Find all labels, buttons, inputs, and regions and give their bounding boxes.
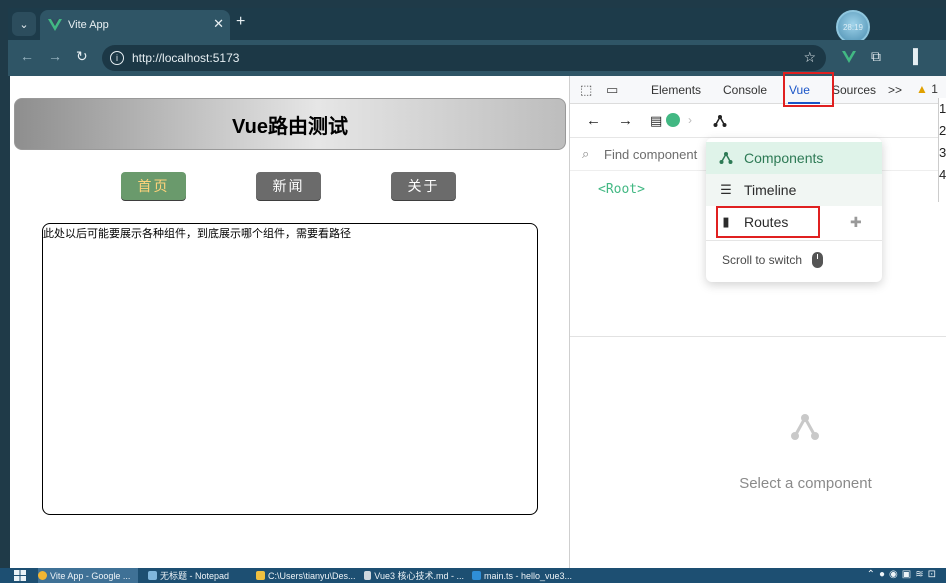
- timeline-icon: ☰: [720, 182, 732, 197]
- app-status-badge: [666, 113, 680, 127]
- document-icon: [364, 571, 372, 580]
- browser-toolbar: ← → ↻ i http://localhost:5173 ☆ ⧉ ▌: [8, 40, 946, 76]
- warning-count: 1: [931, 82, 938, 96]
- browser-tab[interactable]: Vite App ✕: [40, 10, 230, 40]
- address-bar[interactable]: i http://localhost:5173 ☆: [102, 45, 826, 71]
- back-arrow-icon[interactable]: ←: [20, 48, 34, 64]
- browser-tab-strip: ⌄ Vite App ✕ + 28:19: [8, 8, 946, 44]
- reload-icon[interactable]: ↻: [76, 48, 88, 65]
- bookmark-star-icon[interactable]: ☆: [803, 49, 816, 66]
- new-tab-button[interactable]: +: [236, 13, 245, 31]
- extensions-puzzle-icon[interactable]: ⧉: [871, 48, 881, 65]
- taskbar-item-label: 无标题 - Notepad: [160, 571, 230, 581]
- system-tray[interactable]: ⌃●◉▣≋⊡: [867, 569, 940, 580]
- notepad-icon: [148, 571, 157, 580]
- vue-logo-icon: [48, 19, 62, 31]
- tab-title: Vite App: [68, 19, 109, 31]
- vscode-icon: [472, 571, 481, 580]
- menu-item-label: Timeline: [744, 182, 797, 198]
- component-placeholder-icon: [791, 414, 819, 440]
- url-host: localhost: [162, 51, 210, 65]
- highlight-routes-item: [716, 206, 820, 238]
- taskbar-item-explorer[interactable]: C:\Users\tianyu\Des...: [256, 568, 356, 583]
- vue-devtools-extension-icon[interactable]: [842, 50, 856, 64]
- close-tab-icon[interactable]: ✕: [213, 16, 224, 32]
- router-view-area: 此处以后可能要展示各种组件，到底展示哪个组件，需要看路径: [42, 223, 538, 515]
- plugin-puzzle-icon[interactable]: ✚: [850, 214, 862, 231]
- page-header: Vue路由测试: [14, 98, 566, 150]
- devtools-panel: ⬚ ▭ Elements Console Vue Sources >> ▲ 1 …: [569, 72, 946, 568]
- windows-start-icon[interactable]: [14, 570, 26, 581]
- taskbar-item-label: C:\Users\tianyu\Des...: [268, 570, 356, 581]
- devtools-tab-bar: ⬚ ▭ Elements Console Vue Sources >> ▲ 1: [570, 76, 946, 104]
- scroll-hint-text: Scroll to switch: [722, 253, 803, 267]
- back-arrow-icon[interactable]: ←: [586, 112, 601, 129]
- highlight-vue-tab: [783, 72, 834, 107]
- mouse-icon: [812, 252, 824, 268]
- forward-arrow-icon[interactable]: →: [48, 48, 62, 64]
- tab-console[interactable]: Console: [723, 83, 767, 97]
- content-placeholder-text: 此处以后可能要展示各种组件，到底展示哪个组件，需要看路径: [43, 228, 351, 240]
- components-tree-icon[interactable]: [713, 114, 727, 128]
- nav-link-about[interactable]: 关于: [391, 172, 456, 200]
- url-prefix: http://: [132, 51, 163, 65]
- line-number: 1: [939, 101, 946, 116]
- search-placeholder: Find component: [604, 147, 698, 162]
- scroll-hint: Scroll to switch: [722, 252, 824, 268]
- folder-icon: [256, 571, 265, 580]
- page-title: Vue路由测试: [232, 115, 348, 138]
- taskbar-item-label: Vite App - Google ...: [50, 570, 131, 581]
- tab-search-icon[interactable]: ⌄: [12, 12, 36, 36]
- device-toolbar-icon[interactable]: ▭: [606, 82, 618, 98]
- taskbar-item-vscode[interactable]: main.ts - hello_vue3...: [472, 568, 572, 583]
- panel-divider: [570, 336, 946, 337]
- forward-arrow-icon[interactable]: →: [618, 112, 633, 129]
- empty-state-message: Select a component: [739, 475, 872, 492]
- taskbar-item-chrome[interactable]: Vite App - Google ...: [38, 568, 138, 583]
- taskbar-item-markdown[interactable]: Vue3 核心技术.md - ...: [364, 568, 464, 583]
- component-tree-root[interactable]: <Root>: [598, 182, 645, 197]
- side-line-numbers: 1 2 3 4: [938, 98, 946, 202]
- menu-item-components[interactable]: Components: [706, 142, 882, 174]
- more-tabs-button[interactable]: >>: [888, 83, 902, 97]
- windows-taskbar: Vite App - Google ... 无标题 - Notepad C:\U…: [0, 568, 946, 583]
- tab-sources[interactable]: Sources: [832, 83, 876, 97]
- taskbar-item-notepad[interactable]: 无标题 - Notepad: [148, 568, 248, 583]
- menu-divider: [706, 240, 882, 241]
- page-viewport: Vue路由测试 首页 新闻 关于 此处以后可能要展示各种组件，到底展示哪个组件，…: [8, 76, 569, 568]
- line-number: 4: [939, 167, 946, 182]
- url-suffix: :5173: [209, 51, 240, 65]
- menu-item-label: Components: [744, 150, 824, 166]
- nav-link-news[interactable]: 新闻: [256, 172, 321, 200]
- vue-devtools-toolbar: ← → ▤ ›: [570, 104, 946, 138]
- line-number: 3: [939, 145, 946, 160]
- taskbar-item-label: main.ts - hello_vue3...: [483, 570, 572, 581]
- chrome-icon: [38, 571, 47, 580]
- tab-elements[interactable]: Elements: [651, 83, 701, 97]
- components-icon: [719, 152, 733, 164]
- taskbar-item-label: Vue3 核心技术.md - ...: [374, 571, 464, 581]
- profile-avatar[interactable]: 28:19: [836, 10, 870, 44]
- line-number: 2: [939, 123, 946, 138]
- search-icon: ⌕: [582, 146, 590, 161]
- warning-icon[interactable]: ▲ 1: [916, 82, 938, 96]
- chevron-right-icon: ›: [688, 113, 692, 127]
- app-selector-icon[interactable]: ▤: [650, 113, 662, 129]
- nav-link-home[interactable]: 首页: [121, 172, 186, 200]
- screen: ⌄ Vite App ✕ + 28:19 ← → ↻ i http://loca…: [0, 0, 946, 583]
- menu-item-timeline[interactable]: ☰ Timeline: [706, 174, 882, 206]
- site-info-icon[interactable]: i: [110, 51, 124, 65]
- url-text: http://localhost:5173: [132, 51, 239, 65]
- inspect-element-icon[interactable]: ⬚: [580, 82, 592, 98]
- side-panel-icon[interactable]: ▌: [913, 48, 923, 64]
